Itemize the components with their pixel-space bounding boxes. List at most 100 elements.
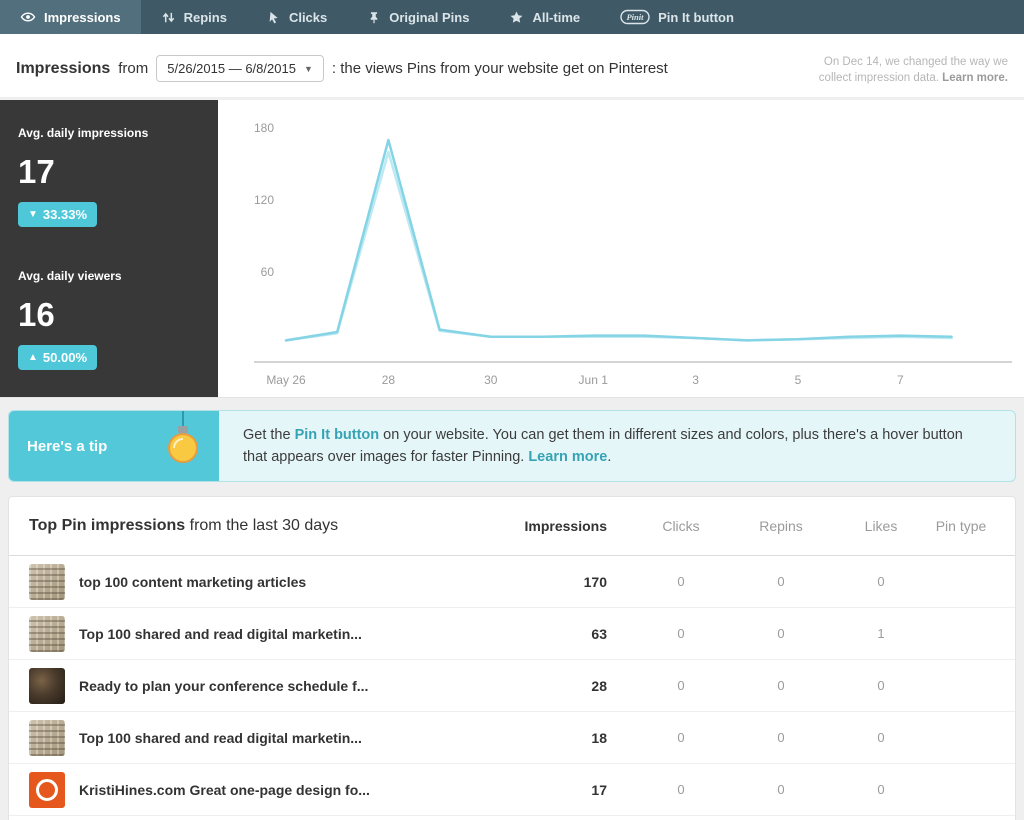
page-subtitle: : the views Pins from your website get o… [331,60,668,77]
pin-clicks: 0 [677,574,685,589]
top-pins-table: Top Pin impressions from the last 30 day… [8,496,1016,820]
table-row[interactable]: KristiHines.com Great one-page design fo… [9,764,1015,816]
analytics-nav: Impressions Repins Clicks Original Pins … [0,0,1024,34]
tab-label: Clicks [288,9,328,25]
tip-label-block: Here's a tip [9,411,219,481]
star-icon [509,10,524,25]
impression-data-note: On Dec 14, we changed the way we collect… [818,56,1008,84]
svg-text:60: 60 [261,265,275,279]
eye-icon [20,9,36,25]
svg-text:30: 30 [484,373,498,387]
svg-text:Pinit: Pinit [627,12,645,22]
stat-value: 17 [18,153,55,190]
table-header: Top Pin impressions from the last 30 day… [9,497,1015,556]
learn-more-link[interactable]: Learn more [528,449,607,465]
change-badge: ▼ 33.33% [18,202,97,227]
avg-daily-viewers-stat: Avg. daily viewers 16 ▲ 50.00% [18,269,200,370]
tip-label: Here's a tip [27,437,108,455]
pin-repins: 0 [777,782,785,797]
table-row[interactable]: top 100 content marketing articles 170 0… [9,556,1015,608]
summary-stats-panel: Avg. daily impressions 17 ▼ 33.33% Avg. … [0,100,218,397]
tab-all-time[interactable]: All-time [489,0,600,34]
pin-clicks: 0 [677,678,685,693]
page-header: Impressions from 5/26/2015 — 6/8/2015 ▼ … [0,34,1024,97]
svg-text:3: 3 [692,373,699,387]
change-value: 50.00% [42,350,87,365]
tab-label: Pin It button [658,9,734,25]
pin-title[interactable]: KristiHines.com Great one-page design fo… [79,782,521,798]
svg-text:May 26: May 26 [266,373,306,387]
lightbulb-icon [163,411,203,481]
table-row[interactable]: Top 100 shared and read digital marketin… [9,712,1015,764]
pin-likes: 0 [877,730,885,745]
date-range-value: 5/26/2015 — 6/8/2015 [167,61,296,76]
pin-clicks: 0 [677,626,685,641]
tab-label: Original Pins [389,9,470,25]
pin-thumbnail [29,771,65,808]
tip-banner: Here's a tip Get the Pin It button on yo… [8,410,1016,482]
svg-text:5: 5 [795,373,802,387]
pin-thumbnail [29,615,65,652]
note-learn-more-link[interactable]: Learn more. [942,72,1008,84]
repin-icon [161,10,176,25]
pin-thumbnail [29,563,65,600]
date-range-dropdown[interactable]: 5/26/2015 — 6/8/2015 ▼ [156,55,324,82]
tab-repins[interactable]: Repins [141,0,247,34]
tab-original-pins[interactable]: Original Pins [347,0,489,34]
impressions-chart-section: Avg. daily impressions 17 ▼ 33.33% Avg. … [0,100,1024,398]
svg-text:120: 120 [254,193,274,207]
change-value: 33.33% [42,207,87,222]
table-row[interactable]: Top 100 shared and read digital marketin… [9,608,1015,660]
column-header-likes[interactable]: Likes [831,518,931,534]
tab-label: Impressions [44,9,121,25]
pushpin-icon [367,10,381,25]
pin-repins: 0 [777,574,785,589]
pin-impressions: 18 [591,729,607,746]
pin-repins: 0 [777,626,785,641]
impressions-line-chart: 60 120 180 May 26 28 30 Jun 1 3 5 7 [218,100,1024,397]
svg-text:180: 180 [254,121,274,135]
tab-label: All-time [532,9,581,25]
pin-likes: 0 [877,782,885,797]
svg-text:Jun 1: Jun 1 [579,373,609,387]
pin-repins: 0 [777,678,785,693]
arrow-down-icon: ▼ [28,209,38,220]
avg-daily-impressions-stat: Avg. daily impressions 17 ▼ 33.33% [18,126,200,227]
arrow-up-icon: ▲ [28,352,38,363]
pin-title[interactable]: Ready to plan your conference schedule f… [79,678,521,694]
change-badge: ▲ 50.00% [18,345,97,370]
chevron-down-icon: ▼ [303,63,313,74]
pin-thumbnail [29,719,65,756]
from-label: from [118,60,149,77]
pin-title[interactable]: top 100 content marketing articles [79,574,521,590]
column-header-repins[interactable]: Repins [731,518,831,534]
pin-likes: 0 [877,574,885,589]
pin-clicks: 0 [677,782,685,797]
column-header-clicks[interactable]: Clicks [631,518,731,534]
stat-value: 16 [18,296,55,333]
page-title: Impressions [16,59,111,77]
stat-label: Avg. daily viewers [18,269,122,283]
pin-impressions: 63 [591,625,607,642]
column-header-impressions[interactable]: Impressions [521,518,607,534]
pin-title[interactable]: Top 100 shared and read digital marketin… [79,730,521,746]
pin-repins: 0 [777,730,785,745]
tip-text: Get the Pin It button on your website. Y… [243,427,963,466]
tab-clicks[interactable]: Clicks [247,0,347,34]
table-row[interactable]: Ready to plan your conference schedule f… [9,660,1015,712]
pin-title[interactable]: Top 100 shared and read digital marketin… [79,626,521,642]
pin-likes: 1 [877,626,885,641]
pin-likes: 0 [877,678,885,693]
pin-impressions: 28 [591,677,607,694]
pin-impressions: 17 [591,781,607,798]
pin-thumbnail [29,667,65,704]
tab-label: Repins [183,9,227,25]
pin-it-button-link[interactable]: Pin It button [295,427,380,443]
column-header-pin-type[interactable]: Pin type [931,518,991,534]
stat-label: Avg. daily impressions [18,126,149,140]
tab-impressions[interactable]: Impressions [0,0,141,34]
pinit-badge-icon: Pinit [620,9,650,25]
tab-pin-it-button[interactable]: Pinit Pin It button [600,0,754,34]
svg-text:7: 7 [897,373,904,387]
svg-text:28: 28 [382,373,396,387]
